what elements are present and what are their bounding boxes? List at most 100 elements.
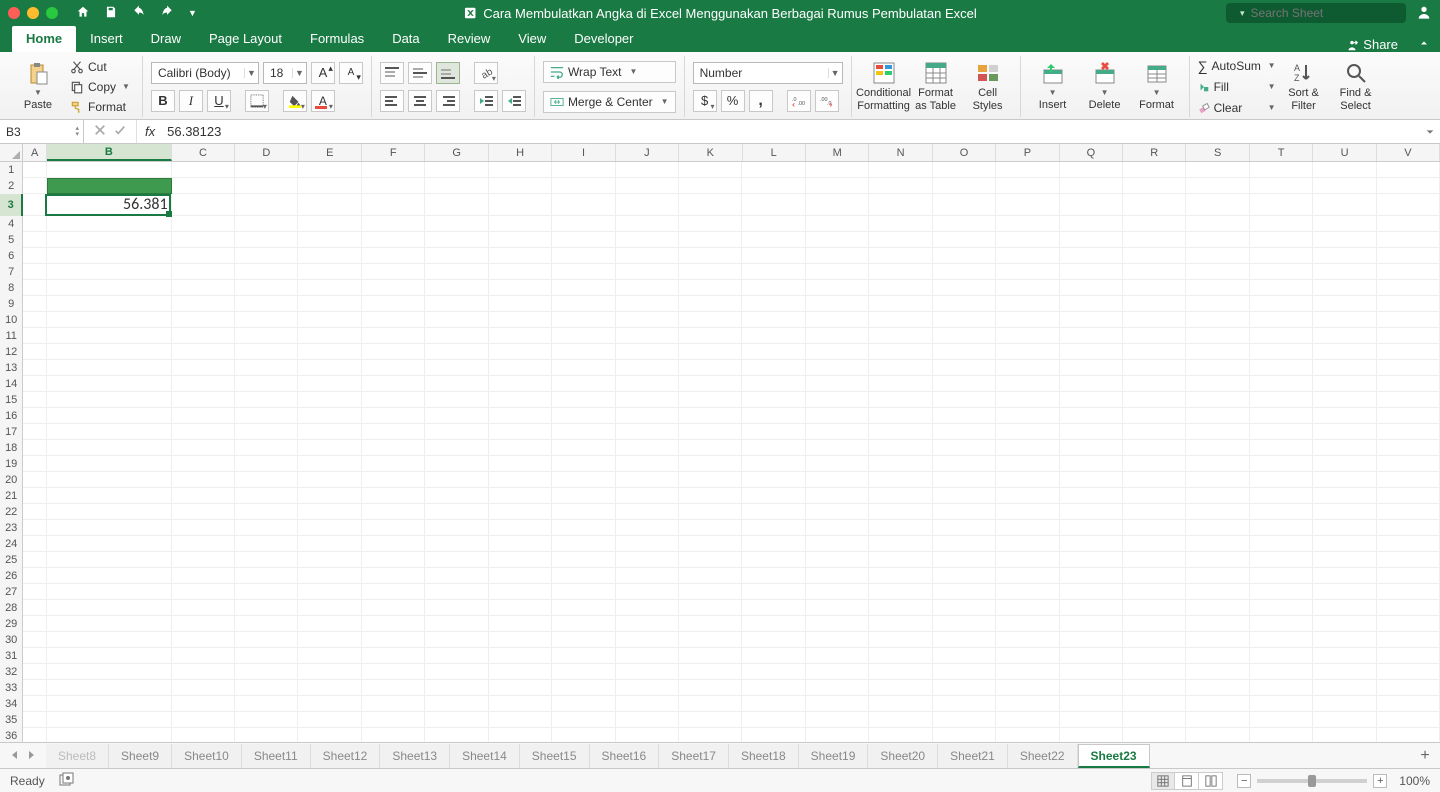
row-header-3[interactable]: 3 — [0, 194, 23, 216]
sheet-tab-sheet14[interactable]: Sheet14 — [450, 744, 520, 768]
cell-L11[interactable] — [742, 328, 805, 344]
cell-U3[interactable] — [1313, 194, 1376, 216]
cell-V12[interactable] — [1377, 344, 1440, 360]
row-header-29[interactable]: 29 — [0, 616, 23, 632]
cell-I7[interactable] — [552, 264, 615, 280]
cell-F5[interactable] — [362, 232, 425, 248]
cell-I5[interactable] — [552, 232, 615, 248]
cell-H18[interactable] — [489, 440, 552, 456]
cell-P33[interactable] — [996, 680, 1059, 696]
cell-H36[interactable] — [489, 728, 552, 742]
cell-O20[interactable] — [933, 472, 996, 488]
cell-C9[interactable] — [172, 296, 235, 312]
cell-E2[interactable] — [298, 178, 361, 194]
cell-B36[interactable] — [47, 728, 172, 742]
cell-D9[interactable] — [235, 296, 298, 312]
cell-I36[interactable] — [552, 728, 615, 742]
cell-E8[interactable] — [298, 280, 361, 296]
cell-U26[interactable] — [1313, 568, 1376, 584]
cell-F13[interactable] — [362, 360, 425, 376]
cell-L5[interactable] — [742, 232, 805, 248]
cell-J14[interactable] — [616, 376, 679, 392]
cell-Q23[interactable] — [1060, 520, 1123, 536]
cell-C28[interactable] — [172, 600, 235, 616]
cell-O3[interactable] — [933, 194, 996, 216]
cell-S23[interactable] — [1186, 520, 1249, 536]
cell-O10[interactable] — [933, 312, 996, 328]
cell-M36[interactable] — [806, 728, 869, 742]
cell-T23[interactable] — [1250, 520, 1313, 536]
cell-F33[interactable] — [362, 680, 425, 696]
cell-S8[interactable] — [1186, 280, 1249, 296]
cell-T29[interactable] — [1250, 616, 1313, 632]
cell-M16[interactable] — [806, 408, 869, 424]
cell-B22[interactable] — [47, 504, 172, 520]
cell-J29[interactable] — [616, 616, 679, 632]
cell-V25[interactable] — [1377, 552, 1440, 568]
cell-E23[interactable] — [298, 520, 361, 536]
cell-H4[interactable] — [489, 216, 552, 232]
cell-S22[interactable] — [1186, 504, 1249, 520]
cell-H25[interactable] — [489, 552, 552, 568]
cell-K26[interactable] — [679, 568, 742, 584]
row-header-5[interactable]: 5 — [0, 232, 23, 248]
cell-G20[interactable] — [425, 472, 488, 488]
cell-P30[interactable] — [996, 632, 1059, 648]
cell-K21[interactable] — [679, 488, 742, 504]
cell-T35[interactable] — [1250, 712, 1313, 728]
cell-M5[interactable] — [806, 232, 869, 248]
cell-C7[interactable] — [172, 264, 235, 280]
cell-C6[interactable] — [172, 248, 235, 264]
row-header-15[interactable]: 15 — [0, 392, 23, 408]
column-header-R[interactable]: R — [1123, 144, 1186, 161]
cell-U16[interactable] — [1313, 408, 1376, 424]
cell-R17[interactable] — [1123, 424, 1186, 440]
cell-B23[interactable] — [47, 520, 172, 536]
cell-N17[interactable] — [869, 424, 932, 440]
cell-I3[interactable] — [552, 194, 615, 216]
cell-I21[interactable] — [552, 488, 615, 504]
zoom-in-button[interactable]: + — [1373, 774, 1387, 788]
cell-M20[interactable] — [806, 472, 869, 488]
row-header-23[interactable]: 23 — [0, 520, 23, 536]
column-header-O[interactable]: O — [933, 144, 996, 161]
cell-V34[interactable] — [1377, 696, 1440, 712]
cell-D24[interactable] — [235, 536, 298, 552]
cell-S1[interactable] — [1186, 162, 1249, 178]
row-header-21[interactable]: 21 — [0, 488, 23, 504]
cell-V13[interactable] — [1377, 360, 1440, 376]
cell-U31[interactable] — [1313, 648, 1376, 664]
cell-T4[interactable] — [1250, 216, 1313, 232]
cell-T26[interactable] — [1250, 568, 1313, 584]
format-painter-button[interactable]: Format — [66, 98, 134, 116]
cell-R1[interactable] — [1123, 162, 1186, 178]
cell-U18[interactable] — [1313, 440, 1376, 456]
cell-V36[interactable] — [1377, 728, 1440, 742]
home-icon[interactable] — [76, 5, 90, 22]
cell-J32[interactable] — [616, 664, 679, 680]
increase-font-button[interactable]: A▴ — [311, 62, 335, 84]
cell-G32[interactable] — [425, 664, 488, 680]
cell-S26[interactable] — [1186, 568, 1249, 584]
cell-C31[interactable] — [172, 648, 235, 664]
cell-M27[interactable] — [806, 584, 869, 600]
align-center-button[interactable] — [408, 90, 432, 112]
cell-M33[interactable] — [806, 680, 869, 696]
tab-data[interactable]: Data — [378, 26, 433, 52]
cell-O29[interactable] — [933, 616, 996, 632]
sheet-tab-sheet10[interactable]: Sheet10 — [172, 744, 242, 768]
cell-C25[interactable] — [172, 552, 235, 568]
cell-H29[interactable] — [489, 616, 552, 632]
cell-H12[interactable] — [489, 344, 552, 360]
spreadsheet-grid[interactable]: ABCDEFGHIJKLMNOPQRSTUV 12356.38145678910… — [0, 144, 1440, 742]
cell-N1[interactable] — [869, 162, 932, 178]
cell-T33[interactable] — [1250, 680, 1313, 696]
cell-O11[interactable] — [933, 328, 996, 344]
cell-N7[interactable] — [869, 264, 932, 280]
cell-D16[interactable] — [235, 408, 298, 424]
percent-button[interactable]: % — [721, 90, 745, 112]
cell-O2[interactable] — [933, 178, 996, 194]
cell-G2[interactable] — [425, 178, 488, 194]
cell-T13[interactable] — [1250, 360, 1313, 376]
fill-button[interactable]: Fill▼ — [1198, 78, 1276, 96]
